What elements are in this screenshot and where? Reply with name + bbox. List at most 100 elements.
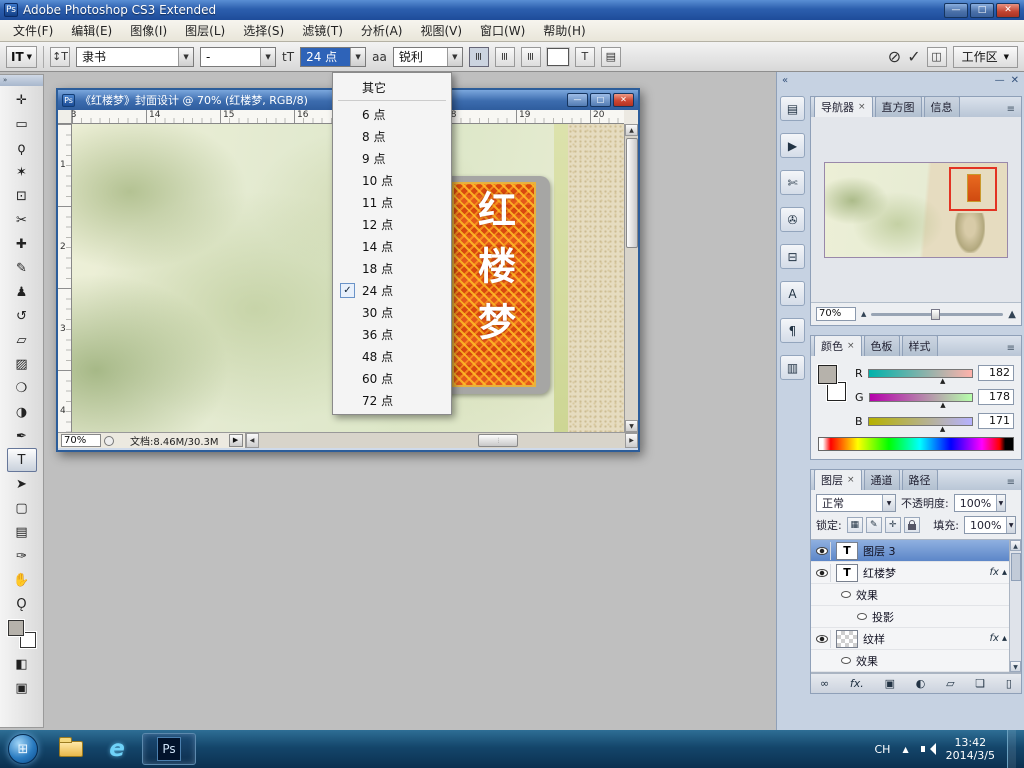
tab-channels[interactable]: 通道 xyxy=(863,469,900,490)
status-options-arrow[interactable]: ▶ xyxy=(228,434,243,447)
effects-row[interactable]: 效果 xyxy=(811,650,1021,672)
cancel-edit-button[interactable]: ⊘ xyxy=(888,47,901,66)
size-option[interactable]: 12 点 xyxy=(333,213,451,235)
size-option[interactable]: 14 点 xyxy=(333,235,451,257)
text-color-swatch[interactable] xyxy=(546,47,569,66)
green-slider[interactable]: ▲ xyxy=(868,392,973,409)
red-value-field[interactable]: 182 xyxy=(978,365,1014,381)
layer-name[interactable]: 图层 3 xyxy=(863,543,896,559)
panel-menu-icon[interactable]: ≡ xyxy=(1004,343,1018,356)
opacity-field[interactable]: 100% ▼ xyxy=(953,494,1006,512)
tool-eyedropper[interactable]: ✑ xyxy=(7,544,37,568)
tab-swatches[interactable]: 色板 xyxy=(863,335,900,356)
background-color-swatch[interactable] xyxy=(827,382,846,401)
menu-item-view[interactable]: 视图(V) xyxy=(411,19,471,42)
slider-thumb-icon[interactable]: ▲ xyxy=(940,377,945,385)
menu-item-filter[interactable]: 滤镜(T) xyxy=(293,19,352,42)
tab-paths[interactable]: 路径 xyxy=(901,469,938,490)
align-center-button[interactable]: ≡ xyxy=(494,46,515,67)
doc-minimize-button[interactable]: — xyxy=(567,93,588,107)
tool-marquee[interactable]: ▭ xyxy=(7,112,37,136)
tool-shape[interactable]: ▢ xyxy=(7,496,37,520)
lock-position-icon[interactable]: ✛ xyxy=(884,517,901,533)
language-indicator[interactable]: CH xyxy=(874,743,890,756)
explorer-taskbar-button[interactable] xyxy=(50,733,92,765)
dock-close-icon[interactable]: ✕ xyxy=(1011,75,1019,86)
eye-icon[interactable] xyxy=(841,657,851,664)
photoshop-taskbar-button[interactable]: Ps xyxy=(142,733,196,765)
quick-mask-button[interactable]: ◧ xyxy=(7,652,37,676)
scroll-down-arrow[interactable]: ▼ xyxy=(1010,661,1021,672)
scroll-thumb[interactable] xyxy=(1010,553,1021,581)
visibility-toggle[interactable] xyxy=(813,541,831,560)
menu-item-help[interactable]: 帮助(H) xyxy=(534,19,594,42)
tab-layers[interactable]: 图层 × xyxy=(814,469,862,490)
tool-clone-stamp[interactable]: ♟ xyxy=(7,280,37,304)
navigator-view-rectangle[interactable] xyxy=(949,166,997,211)
lock-pixels-icon[interactable]: ✎ xyxy=(865,517,882,533)
layer-mask-icon[interactable]: ▣ xyxy=(885,677,895,690)
tool-pen[interactable]: ✒ xyxy=(7,424,37,448)
scroll-track[interactable]: ⫶ xyxy=(259,433,625,448)
tool-eraser[interactable]: ▱ xyxy=(7,328,37,352)
tool-slice[interactable]: ✂ xyxy=(7,208,37,232)
vertical-scroll-thumb[interactable] xyxy=(625,138,638,248)
tool-healing-brush[interactable]: ✚ xyxy=(7,232,37,256)
dock-minimize-icon[interactable]: — xyxy=(995,75,1005,86)
tab-close-icon[interactable]: × xyxy=(847,475,855,485)
tray-expand-icon[interactable]: ▲ xyxy=(902,745,908,754)
menu-item-layer[interactable]: 图层(L) xyxy=(176,19,234,42)
tab-color[interactable]: 颜色 × xyxy=(814,335,862,356)
size-option[interactable]: 6 点 xyxy=(333,103,451,125)
scroll-up-arrow[interactable]: ▲ xyxy=(1010,540,1021,551)
close-button[interactable]: ✕ xyxy=(996,2,1020,18)
navigator-zoom-field[interactable]: 70% xyxy=(816,307,856,321)
tool-history-brush[interactable]: ↺ xyxy=(7,304,37,328)
menu-item-image[interactable]: 图像(I) xyxy=(121,19,176,42)
screen-mode-button[interactable]: ▣ xyxy=(7,676,37,700)
eye-icon[interactable] xyxy=(857,613,867,620)
minimize-button[interactable]: — xyxy=(944,2,968,18)
animation-panel-icon[interactable]: ▶ xyxy=(780,133,805,158)
dock-collapse-handle[interactable]: « xyxy=(782,75,788,86)
tool-zoom[interactable]: Ǫ xyxy=(7,592,37,616)
tab-info[interactable]: 信息 xyxy=(923,96,960,117)
scroll-down-arrow[interactable]: ▼ xyxy=(625,420,638,432)
tool-lasso[interactable]: ϙ xyxy=(7,136,37,160)
size-option[interactable]: 11 点 xyxy=(333,191,451,213)
bridge-button[interactable]: ◫ xyxy=(926,46,947,67)
link-layers-icon[interactable]: ∞ xyxy=(820,677,829,690)
warp-text-button[interactable]: T xyxy=(574,46,595,67)
measurement-log-panel-icon[interactable]: ▥ xyxy=(780,355,805,380)
layer-comps-panel-icon[interactable]: ⊟ xyxy=(780,244,805,269)
drop-shadow-row[interactable]: 投影 xyxy=(811,606,1021,628)
lock-all-icon[interactable] xyxy=(903,517,920,533)
align-top-button[interactable]: ≡ xyxy=(468,46,489,67)
zoom-in-icon[interactable]: ▲ xyxy=(1008,309,1016,320)
tool-presets-panel-icon[interactable]: ✇ xyxy=(780,207,805,232)
menu-item-file[interactable]: 文件(F) xyxy=(4,19,62,42)
new-group-icon[interactable]: ▱ xyxy=(946,677,954,690)
zoom-slider-thumb[interactable] xyxy=(930,308,940,320)
slider-thumb-icon[interactable]: ▲ xyxy=(940,401,945,409)
new-layer-icon[interactable]: ❏ xyxy=(975,677,985,690)
menu-item-select[interactable]: 选择(S) xyxy=(234,19,293,42)
tool-type[interactable]: T xyxy=(6,448,37,472)
zoom-out-icon[interactable]: ▲ xyxy=(861,310,866,318)
font-size-select[interactable]: 24 点 ▼ xyxy=(300,46,367,67)
tool-crop[interactable]: ⊡ xyxy=(7,184,37,208)
vertical-scrollbar[interactable]: ▲ ▼ xyxy=(624,124,638,432)
toggle-palettes-button[interactable]: ▤ xyxy=(600,46,621,67)
size-option[interactable]: 36 点 xyxy=(333,323,451,345)
size-option[interactable]: 30 点 xyxy=(333,301,451,323)
size-option[interactable]: 8 点 xyxy=(333,125,451,147)
blue-slider[interactable]: ▲ xyxy=(867,416,973,433)
tool-quick-select[interactable]: ✶ xyxy=(7,160,37,184)
menu-item-edit[interactable]: 编辑(E) xyxy=(62,19,121,42)
toolbox-collapse-handle[interactable]: » xyxy=(0,75,43,86)
tool-preset-picker[interactable]: IT ▼ xyxy=(6,45,38,68)
layer-style-badge[interactable]: fx ▴ xyxy=(990,633,1007,644)
panel-menu-icon[interactable]: ≡ xyxy=(1004,477,1018,490)
brushes-panel-icon[interactable]: ▤ xyxy=(780,96,805,121)
panel-menu-icon[interactable]: ≡ xyxy=(1004,104,1018,117)
